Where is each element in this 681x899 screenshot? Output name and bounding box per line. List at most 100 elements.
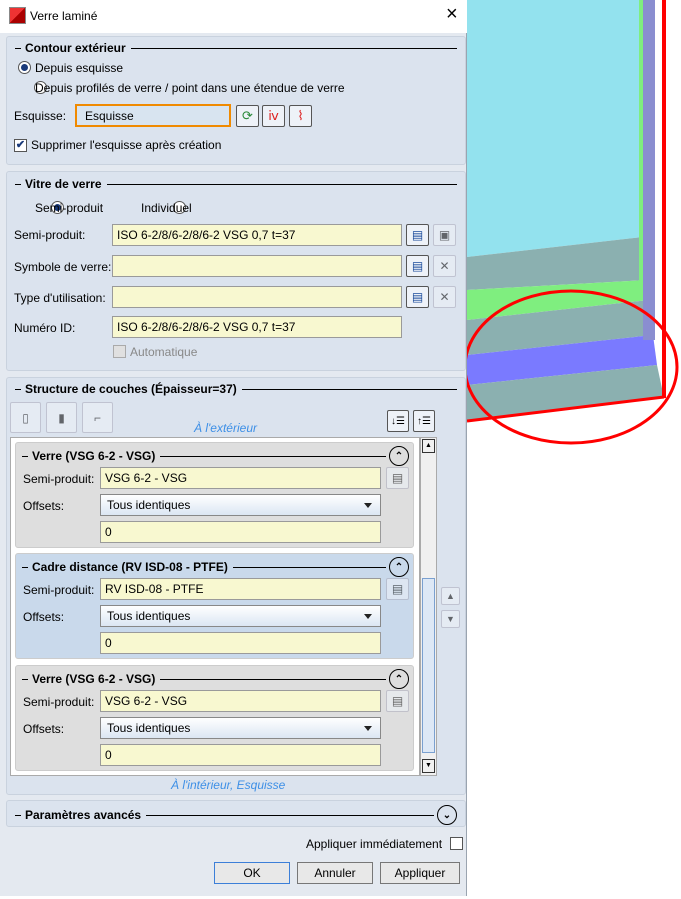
usage-type-field[interactable]: [112, 286, 402, 308]
inside-label: À l'intérieur, Esquisse: [171, 778, 286, 792]
sort-up-button[interactable]: ↑☰: [413, 410, 435, 432]
3d-model-view: [463, 0, 681, 896]
clear-icon: ✕: [439, 259, 450, 273]
chevron-down-icon: [364, 614, 372, 619]
chevron-down-icon: [364, 503, 372, 508]
glass-symbol-field[interactable]: [112, 255, 402, 277]
clear-glass-symbol-button[interactable]: ✕: [433, 255, 456, 277]
catalog-icon: ▤: [411, 228, 424, 242]
offsets-value: Tous identiques: [107, 721, 191, 735]
close-button[interactable]: ×: [446, 3, 458, 26]
id-number-label: Numéro ID:: [14, 321, 76, 335]
sketch-select-icon: ⟳: [242, 108, 253, 123]
layer-title: Verre (VSG 6-2 - VSG): [32, 672, 156, 686]
layer-offsets-select[interactable]: Tous identiques: [100, 717, 381, 739]
layer-structure-title: Structure de couches (Épaisseur=37): [25, 382, 237, 396]
apply-immediately-checkbox[interactable]: [450, 837, 463, 850]
collapse-icon[interactable]: ⌃: [389, 557, 409, 577]
add-frame-layer-button[interactable]: ▮: [46, 402, 77, 433]
layer-title: Cadre distance (RV ISD-08 - PTFE): [32, 560, 228, 574]
layer-catalog-button[interactable]: ▤: [386, 690, 409, 712]
expand-icon[interactable]: ⌄: [437, 805, 457, 825]
delete-sketch-checkbox[interactable]: ✔: [14, 139, 27, 152]
catalog-icon: ▤: [411, 290, 424, 304]
layer-semi-product-label: Semi-produit:: [23, 583, 95, 597]
ok-button[interactable]: OK: [214, 862, 290, 884]
layer-semi-product-field[interactable]: RV ISD-08 - PTFE: [100, 578, 381, 600]
semi-product-label: Semi-produit:: [14, 228, 86, 242]
apply-immediately-label: Appliquer immédiatement: [306, 837, 443, 851]
scroll-down-arrow[interactable]: ▼: [422, 759, 435, 773]
automatic-label: Automatique: [130, 345, 198, 359]
semi-product-radio-label: Semi-produit: [35, 201, 104, 215]
laminated-glass-dialog: Verre laminé × Contour extérieur Depuis …: [0, 0, 467, 896]
sort-down-icon: ↓☰: [391, 415, 405, 427]
select-sketch-button[interactable]: ⟳: [236, 105, 259, 127]
layer-catalog-button[interactable]: ▤: [386, 467, 409, 489]
usage-type-catalog-button[interactable]: ▤: [406, 286, 429, 308]
id-number-field[interactable]: ISO 6-2/8/6-2/8/6-2 VSG 0,7 t=37: [112, 316, 402, 338]
layer-offset-field[interactable]: 0: [100, 521, 381, 543]
apply-button[interactable]: Appliquer: [380, 862, 460, 884]
from-sketch-radio[interactable]: [18, 61, 31, 74]
sketch-field[interactable]: Esquisse: [75, 104, 231, 127]
add-glass-layer-button[interactable]: ▯: [10, 402, 41, 433]
sort-down-button[interactable]: ↓☰: [387, 410, 409, 432]
catalog-icon: ▤: [391, 471, 404, 485]
layer-offsets-label: Offsets:: [23, 722, 65, 736]
catalog-icon: ▤: [391, 694, 404, 708]
save-icon: ▣: [438, 228, 451, 242]
layer-offsets-label: Offsets:: [23, 499, 65, 513]
layer-semi-product-field[interactable]: VSG 6-2 - VSG: [100, 690, 381, 712]
cancel-button[interactable]: Annuler: [297, 862, 373, 884]
profile-add-icon: ⌐: [93, 410, 101, 425]
layer-catalog-button[interactable]: ▤: [386, 578, 409, 600]
save-semi-product-button[interactable]: ▣: [433, 224, 456, 246]
offsets-value: Tous identiques: [107, 609, 191, 623]
edit-sketch-button[interactable]: ⅳ: [262, 105, 285, 127]
sketch-edit-icon: ⅳ: [268, 108, 279, 123]
glass-pane-title: Vitre de verre: [25, 177, 102, 191]
advanced-title: Paramètres avancés: [25, 808, 142, 822]
clear-icon: ✕: [439, 290, 450, 304]
3d-viewport[interactable]: [463, 0, 681, 896]
layer-offset-field[interactable]: 0: [100, 744, 381, 766]
chevron-down-icon: [364, 726, 372, 731]
collapse-icon[interactable]: ⌃: [389, 669, 409, 689]
app-icon: [9, 7, 26, 24]
individual-radio-label: Individuel: [141, 201, 192, 215]
layer-offsets-select[interactable]: Tous identiques: [100, 494, 381, 516]
scroll-thumb[interactable]: [422, 578, 435, 753]
advanced-panel[interactable]: Paramètres avancés ⌄: [6, 800, 466, 827]
move-layer-up-button[interactable]: ▲: [441, 587, 460, 605]
layer-semi-product-label: Semi-produit:: [23, 472, 95, 486]
move-layer-down-button[interactable]: ▼: [441, 610, 460, 628]
frame-add-icon: ▮: [58, 410, 65, 425]
sketch-label: Esquisse:: [14, 109, 67, 123]
up-arrow-icon: ▲: [446, 591, 455, 601]
layer-offsets-select[interactable]: Tous identiques: [100, 605, 381, 627]
glass-symbol-label: Symbole de verre:: [14, 260, 112, 274]
clear-usage-type-button[interactable]: ✕: [433, 286, 456, 308]
layer-semi-product-field[interactable]: VSG 6-2 - VSG: [100, 467, 381, 489]
layer-offsets-label: Offsets:: [23, 610, 65, 624]
automatic-checkbox[interactable]: [113, 345, 126, 358]
collapse-icon[interactable]: ⌃: [389, 446, 409, 466]
semi-product-catalog-button[interactable]: ▤: [406, 224, 429, 246]
layer-offset-field[interactable]: 0: [100, 632, 381, 654]
catalog-icon: ▤: [411, 259, 424, 273]
layer-list-scrollbar[interactable]: ▲ ▼: [420, 437, 437, 776]
semi-product-field[interactable]: ISO 6-2/8/6-2/8/6-2 VSG 0,7 t=37: [112, 224, 402, 246]
add-profile-layer-button[interactable]: ⌐: [82, 402, 113, 433]
contour-title: Contour extérieur: [25, 41, 126, 55]
scroll-up-arrow[interactable]: ▲: [422, 439, 435, 453]
draw-sketch-button[interactable]: ⌇: [289, 105, 312, 127]
from-sketch-label: Depuis esquisse: [35, 61, 124, 75]
window-title: Verre laminé: [30, 9, 98, 23]
from-profiles-label: Depuis profilés de verre / point dans un…: [35, 81, 345, 95]
glass-add-icon: ▯: [22, 410, 29, 425]
layer-title: Verre (VSG 6-2 - VSG): [32, 449, 156, 463]
sort-up-icon: ↑☰: [417, 415, 431, 427]
delete-sketch-label: Supprimer l'esquisse après création: [31, 138, 222, 152]
glass-symbol-catalog-button[interactable]: ▤: [406, 255, 429, 277]
